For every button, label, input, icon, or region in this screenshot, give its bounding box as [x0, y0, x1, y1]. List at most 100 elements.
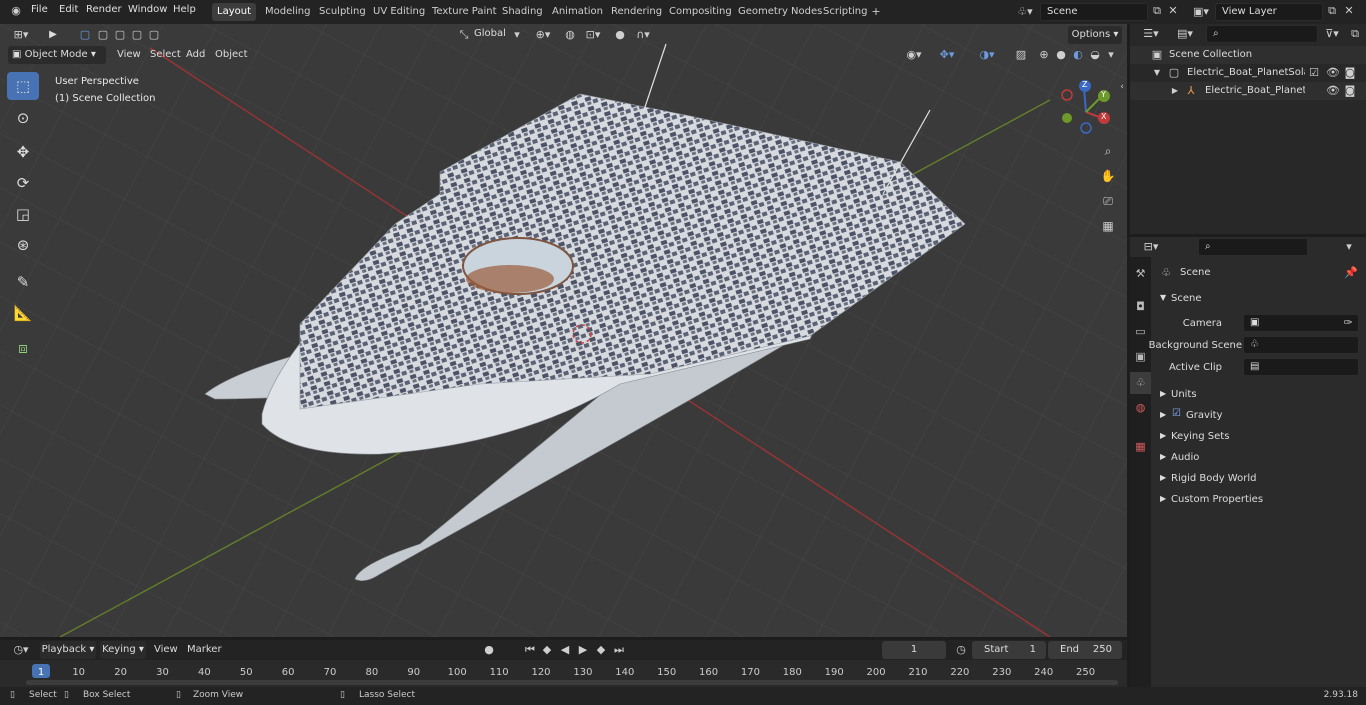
pan-hand-icon[interactable]: ✋ [1100, 169, 1116, 183]
pin-icon[interactable]: 📌 [1344, 266, 1358, 280]
rotate-tool[interactable]: ⟳ [7, 169, 39, 197]
shading-options-icon[interactable]: ▾ [1106, 48, 1116, 62]
solid-shading-icon[interactable]: ● [1054, 48, 1068, 62]
select-mode-intersect-icon[interactable]: ▢ [147, 28, 161, 42]
menu-file[interactable]: File [31, 4, 48, 15]
tab-texture-icon[interactable]: ▦ [1130, 436, 1151, 458]
camera-render-icon[interactable]: ◙ [1343, 66, 1357, 80]
timeline-scrollbar[interactable] [26, 680, 1118, 685]
background-scene-field[interactable]: ♧ [1243, 336, 1359, 354]
xray-toggle-icon[interactable]: ▨ [1014, 48, 1028, 62]
expand-chevron-icon[interactable]: ▶ [1170, 84, 1180, 98]
menu-help[interactable]: Help [173, 4, 196, 15]
select-mode-subtract-icon[interactable]: ▢ [113, 28, 127, 42]
tab-modeling[interactable]: Modeling [260, 3, 316, 21]
tab-sculpting[interactable]: Sculpting [314, 3, 371, 21]
panel-keying-sets[interactable]: ▶ Keying Sets [1152, 428, 1366, 446]
scene-icon[interactable]: ♧▾ [1014, 5, 1036, 19]
editor-type-icon[interactable]: ⊞▾ [8, 28, 34, 42]
camera-render-icon[interactable]: ◙ [1343, 84, 1357, 98]
transform-orientation-value[interactable]: Global [474, 28, 506, 39]
active-clip-field[interactable]: ▤ [1243, 358, 1359, 376]
menu-edit[interactable]: Edit [59, 4, 78, 15]
timeline-menu-view[interactable]: View [154, 644, 178, 655]
gravity-checkbox-icon[interactable]: ☑ [1172, 408, 1181, 419]
select-mode-new-icon[interactable]: ▢ [78, 28, 92, 42]
snap-icon[interactable]: ◍ [563, 28, 577, 42]
object-mode-dropdown[interactable]: ▣ Object Mode ▾ [8, 46, 106, 64]
play-icon[interactable]: ▶ [577, 643, 589, 657]
panel-units[interactable]: ▶ Units [1152, 386, 1366, 404]
orientation-dropdown-icon[interactable]: ▾ [512, 28, 522, 42]
tab-render-icon[interactable]: ◘ [1130, 296, 1151, 318]
view-layer-field[interactable]: View Layer [1215, 3, 1323, 21]
eyedropper-icon[interactable]: ✑ [1342, 316, 1354, 330]
play-reverse-icon[interactable]: ◀ [559, 643, 571, 657]
panel-rigid-body-world[interactable]: ▶ Rigid Body World [1152, 470, 1366, 488]
outliner-row-object[interactable]: ▶ ⅄ Electric_Boat_PlanetSolar 👁 ◙ [1130, 82, 1366, 100]
jump-keyframe-forward-icon[interactable]: ◆ [595, 643, 607, 657]
transform-orientation-icon[interactable]: ⤡ [458, 28, 470, 42]
blender-logo-icon[interactable]: ◉ [8, 4, 24, 18]
current-frame-field[interactable]: 1 [882, 641, 946, 659]
select-box-tool[interactable]: ⬚ [7, 72, 39, 100]
gizmo-toggle-icon[interactable]: ✥▾ [934, 48, 960, 62]
outliner-root-row[interactable]: ▣ Scene Collection [1130, 46, 1366, 64]
menu-window[interactable]: Window [128, 4, 167, 15]
wireframe-shading-icon[interactable]: ⊕ [1037, 48, 1051, 62]
move-tool[interactable]: ✥ [7, 138, 39, 166]
rendered-shading-icon[interactable]: ◒ [1088, 48, 1102, 62]
new-scene-icon[interactable]: ⧉ [1150, 4, 1164, 18]
tab-scene-icon[interactable]: ♧ [1130, 372, 1151, 394]
tab-layout[interactable]: Layout [212, 3, 256, 21]
perspective-toggle-icon[interactable]: ▦ [1100, 219, 1116, 233]
options-dropdown[interactable]: Options ▾ [1068, 26, 1122, 44]
jump-end-icon[interactable]: ⏭ [613, 643, 625, 657]
tab-uv-editing[interactable]: UV Editing [368, 3, 430, 21]
outliner-row-collection[interactable]: ▼ ▢ Electric_Boat_PlanetSolar_Sim ☑ 👁 ◙ [1130, 64, 1366, 82]
pivot-point-icon[interactable]: ⊕▾ [532, 28, 554, 42]
measure-tool[interactable]: 📐 [7, 299, 39, 327]
scale-tool[interactable]: ◲ [7, 200, 39, 228]
new-collection-icon[interactable]: ⧉ [1348, 27, 1362, 41]
tab-shading[interactable]: Shading [497, 3, 548, 21]
cursor-tool[interactable]: ⊙ [7, 104, 39, 132]
outliner-display-mode-icon[interactable]: ▤▾ [1172, 27, 1198, 41]
end-frame-field[interactable]: End 250 [1048, 641, 1122, 659]
transform-tool[interactable]: ⊛ [7, 231, 39, 259]
sidebar-toggle-icon[interactable]: ‹ [1118, 80, 1126, 94]
zoom-icon[interactable]: ⌕ [1100, 144, 1116, 158]
viewport-menu-add[interactable]: Add [186, 49, 205, 60]
remove-view-layer-icon[interactable]: ✕ [1343, 4, 1355, 18]
eye-icon[interactable]: 👁 [1326, 84, 1340, 98]
outliner-filter-icon[interactable]: ⊽▾ [1320, 27, 1344, 41]
material-shading-icon[interactable]: ◐ [1071, 48, 1085, 62]
select-tool-button[interactable]: ▶ [44, 26, 62, 44]
panel-gravity[interactable]: ▶ ☑ Gravity [1152, 407, 1366, 425]
record-icon[interactable]: ● [483, 643, 495, 657]
tab-tool-icon[interactable]: ⚒ [1130, 263, 1151, 285]
outliner-search-input[interactable]: ⌕ [1206, 25, 1318, 43]
keying-menu[interactable]: Keying ▾ [100, 641, 146, 659]
tab-rendering[interactable]: Rendering [606, 3, 667, 21]
scene-name-field[interactable]: Scene [1040, 3, 1148, 21]
properties-options-icon[interactable]: ▾ [1342, 240, 1356, 254]
visibility-selectability-icon[interactable]: ◉▾ [903, 48, 925, 62]
start-frame-field[interactable]: Start 1 [972, 641, 1046, 659]
expand-chevron-icon[interactable]: ▼ [1152, 66, 1162, 80]
preview-range-icon[interactable]: ◷ [954, 643, 968, 657]
annotate-tool[interactable]: ✎ [7, 268, 39, 296]
playback-menu[interactable]: Playback ▾ [40, 641, 96, 659]
timeline-editor-type-icon[interactable]: ◷▾ [8, 643, 34, 657]
viewport-menu-select[interactable]: Select [150, 49, 181, 60]
timeline-menu-marker[interactable]: Marker [187, 644, 222, 655]
jump-keyframe-back-icon[interactable]: ◆ [541, 643, 553, 657]
tab-geometry-nodes[interactable]: Geometry Nodes [733, 3, 827, 21]
tab-texture-paint[interactable]: Texture Paint [427, 3, 502, 21]
new-view-layer-icon[interactable]: ⧉ [1325, 4, 1339, 18]
snap-target-icon[interactable]: ⊡▾ [582, 28, 604, 42]
checkbox-icon[interactable]: ☑ [1308, 66, 1320, 80]
menu-render[interactable]: Render [86, 4, 122, 15]
add-cube-tool[interactable]: ⧈ [7, 334, 39, 362]
scene-section-header[interactable]: ▼ Scene [1152, 290, 1366, 308]
